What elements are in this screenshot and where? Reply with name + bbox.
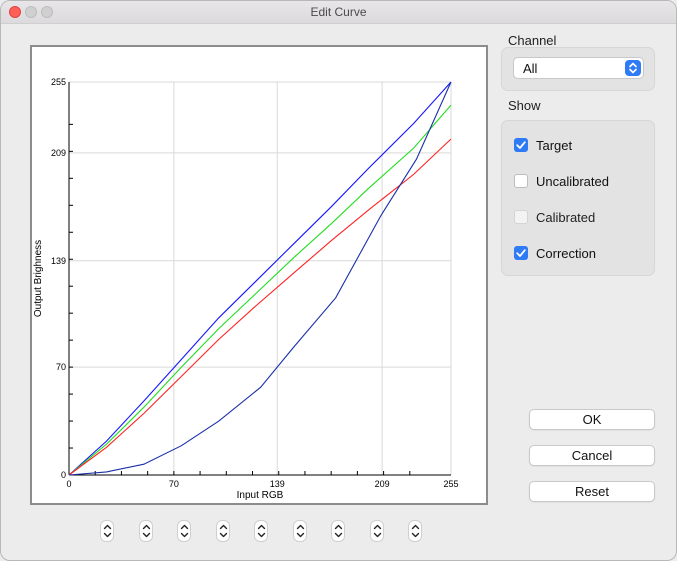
channel-select-value: All	[523, 61, 538, 76]
curve-series-line	[68, 81, 452, 476]
x-tick-label: 139	[270, 479, 285, 489]
checkmark-icon	[516, 249, 526, 257]
show-label: Show	[508, 98, 541, 113]
curve-chart-svg: 0 70 139 209 255 0 70 139 209 255 Input RGB Output …	[33, 77, 459, 501]
point-stepper[interactable]	[292, 520, 307, 542]
ok-button[interactable]: OK	[529, 409, 655, 430]
correction-checkbox[interactable]	[514, 246, 528, 260]
point-stepper[interactable]	[369, 520, 384, 542]
y-tick-label: 0	[61, 470, 66, 480]
x-tick-label: 70	[169, 479, 179, 489]
up-down-chevron-icon	[180, 524, 189, 538]
target-label: Target	[536, 138, 573, 153]
x-tick-label: 0	[66, 479, 71, 489]
x-axis-label: Input RGB	[237, 490, 284, 501]
x-tick-label: 209	[375, 479, 390, 489]
up-down-chevron-icon	[296, 524, 304, 538]
calibrated-label: Calibrated	[536, 210, 596, 225]
x-tick-label: 255	[443, 479, 458, 489]
point-stepper[interactable]	[254, 520, 268, 542]
chevron-up-down-icon	[625, 60, 641, 76]
point-stepper[interactable]	[408, 520, 422, 542]
curve-chart[interactable]: 0 70 139 209 255 0 70 139 209 255 Input RGB Output …	[30, 45, 488, 505]
calibrated-checkbox	[514, 210, 528, 224]
up-down-chevron-icon	[334, 524, 343, 538]
channel-select[interactable]: All	[513, 57, 644, 79]
up-down-chevron-icon	[142, 524, 150, 538]
reset-button[interactable]: Reset	[529, 481, 655, 502]
up-down-chevron-icon	[103, 524, 112, 538]
point-stepper[interactable]	[138, 520, 153, 542]
edit-curve-window: Edit Curve 0 70 139 209 255 0 70 139 209 255 Input…	[0, 0, 677, 561]
title-bar: Edit Curve	[1, 1, 676, 24]
show-group: Target Uncalibrated Calibrated Correctio…	[501, 120, 655, 276]
uncalibrated-label: Uncalibrated	[536, 174, 609, 189]
y-tick-label: 255	[51, 77, 66, 87]
up-down-chevron-icon	[257, 524, 266, 538]
curve-series-line	[68, 81, 452, 476]
channel-label: Channel	[508, 33, 557, 48]
target-checkbox[interactable]	[514, 138, 528, 152]
correction-label: Correction	[536, 246, 596, 261]
point-stepper[interactable]	[177, 520, 191, 542]
window-title: Edit Curve	[310, 5, 367, 19]
y-axis-label: Output Brighness	[33, 240, 44, 317]
cancel-button[interactable]: Cancel	[529, 445, 655, 466]
channel-group: All	[501, 47, 655, 91]
y-tick-label: 209	[51, 148, 66, 158]
point-stepper[interactable]	[100, 520, 114, 542]
y-tick-label: 139	[51, 256, 66, 266]
point-stepper[interactable]	[331, 520, 345, 542]
point-stepper[interactable]	[215, 520, 230, 542]
up-down-chevron-icon	[411, 524, 420, 538]
up-down-chevron-icon	[219, 524, 227, 538]
up-down-chevron-icon	[373, 524, 381, 538]
checkmark-icon	[516, 141, 526, 149]
uncalibrated-checkbox[interactable]	[514, 174, 528, 188]
y-tick-label: 70	[56, 362, 66, 372]
